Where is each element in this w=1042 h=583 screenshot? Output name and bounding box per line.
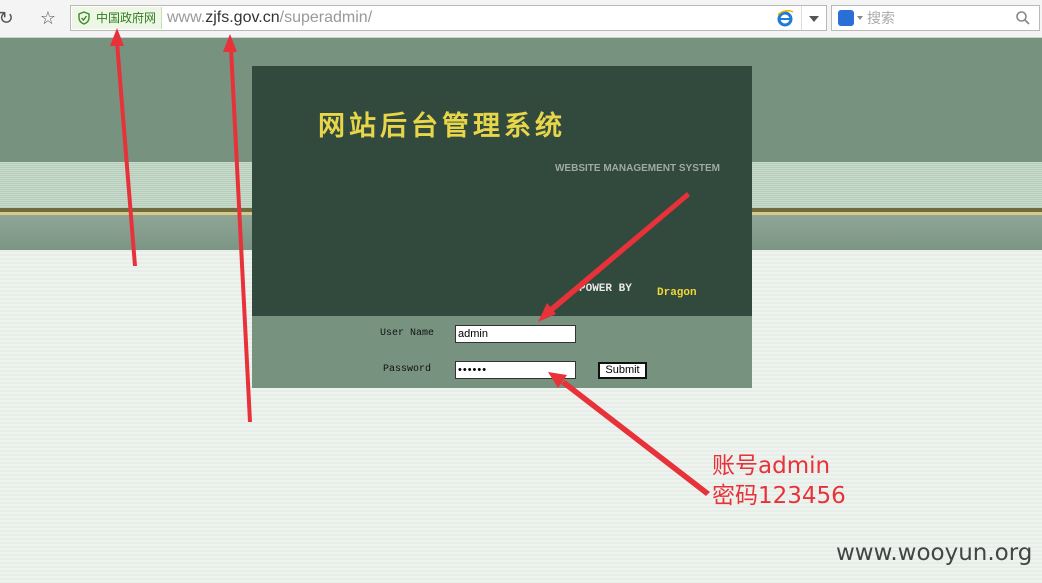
chevron-down-icon[interactable] <box>857 16 863 20</box>
gov-badge-label: 中国政府网 <box>96 11 157 25</box>
address-dropdown-button[interactable] <box>801 6 826 30</box>
username-field[interactable]: admin <box>455 325 576 343</box>
favorite-star-icon[interactable]: ☆ <box>38 8 58 28</box>
watermark: www.wooyun.org <box>836 540 1033 566</box>
url-text[interactable]: www.zjfs.gov.cn/superadmin/ <box>167 6 372 30</box>
search-box[interactable]: 搜索 <box>831 5 1040 31</box>
browser-toolbar: ↻ ☆ 中国政府网 www.zjfs.gov.cn/superadmin/ 搜索 <box>0 0 1042 38</box>
page-title: 网站后台管理系统 <box>318 111 566 142</box>
search-icon[interactable] <box>1015 10 1031 26</box>
baidu-paw-icon[interactable] <box>838 10 854 26</box>
ie-engine-icon[interactable] <box>776 9 794 27</box>
search-placeholder: 搜索 <box>867 10 895 26</box>
password-note: 密码123456 <box>712 483 846 509</box>
address-bar[interactable]: 中国政府网 www.zjfs.gov.cn/superadmin/ <box>70 5 827 31</box>
url-prefix: www. <box>167 9 206 26</box>
url-host: zjfs.gov.cn <box>205 9 280 26</box>
url-path: /superadmin/ <box>279 9 373 26</box>
account-note: 账号admin <box>712 453 831 479</box>
gov-site-badge[interactable]: 中国政府网 <box>72 7 162 29</box>
refresh-icon[interactable]: ↻ <box>0 8 16 28</box>
submit-button[interactable]: Submit <box>598 362 647 379</box>
login-form: User Name admin Password •••••• Submit <box>252 316 752 388</box>
power-by-label: POWER BY <box>579 283 632 295</box>
shield-check-icon <box>78 11 90 25</box>
login-banner: 网站后台管理系统 WEBSITE MANAGEMENT SYSTEM POWER… <box>252 66 752 316</box>
page-subtitle: WEBSITE MANAGEMENT SYSTEM <box>554 163 720 174</box>
password-field[interactable]: •••••• <box>455 361 576 379</box>
powered-by-name: Dragon <box>657 287 697 299</box>
username-label: User Name <box>380 328 435 339</box>
password-label: Password <box>383 364 432 375</box>
